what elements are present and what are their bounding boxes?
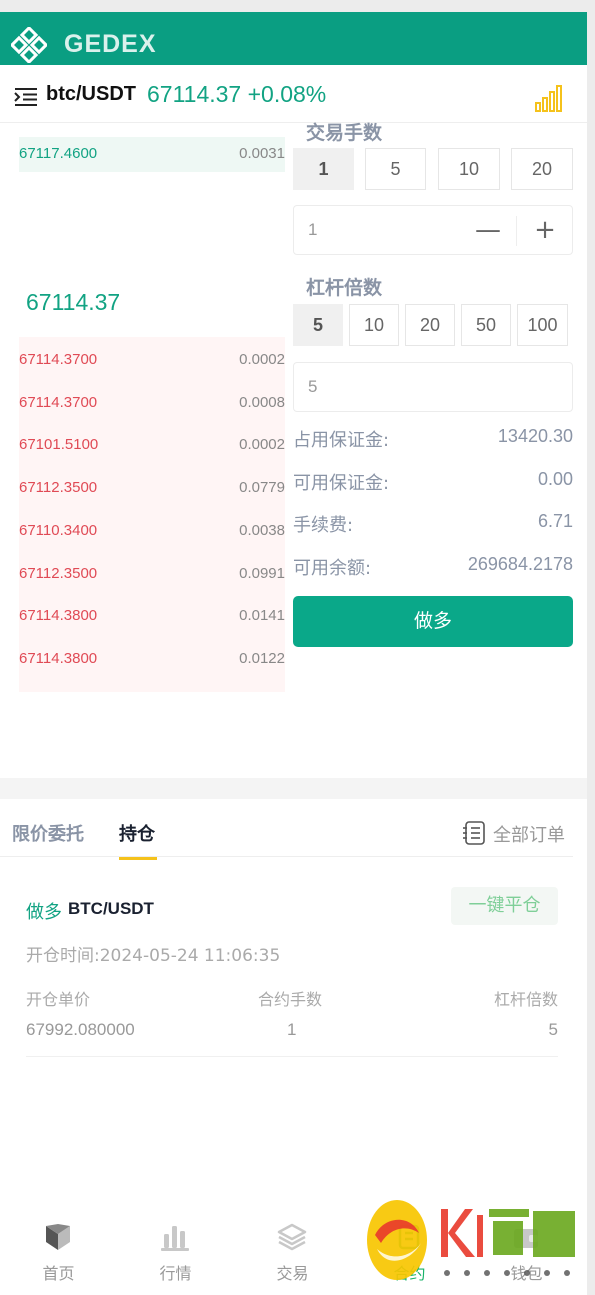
fee-value: 6.71 <box>537 511 573 531</box>
bid-price: 67110.3400 <box>19 522 98 539</box>
ask-row[interactable]: 67117.4600 0.0031 <box>19 137 285 172</box>
nav-trade[interactable]: 交易 <box>234 1208 351 1295</box>
trade-icon <box>277 1223 307 1251</box>
leverage-input[interactable]: 5 <box>308 377 317 397</box>
bid-amount: 0.0008 <box>239 394 285 411</box>
margin-available-label: 可用保证金: <box>293 473 390 494</box>
kline-chart-icon[interactable] <box>534 83 564 113</box>
leverage-value: 5 <box>548 1020 558 1039</box>
leverage-column-label: 杠杆倍数 <box>493 990 558 1009</box>
nav-market[interactable]: 行情 <box>117 1208 234 1295</box>
bid-row[interactable]: 67112.3500 0.0779 <box>19 475 285 505</box>
leverage-field: 5 <box>293 362 573 412</box>
pair-bar: btc/USDT 67114.37 +0.08% <box>0 65 587 123</box>
close-position-button[interactable]: 一键平仓 <box>451 887 558 925</box>
nav-trade-label: 交易 <box>276 1264 309 1283</box>
nav-home[interactable]: 首页 <box>0 1208 117 1295</box>
bid-amount: 0.0002 <box>239 351 285 368</box>
lots-value: 1 <box>287 1020 297 1039</box>
active-tab-indicator <box>119 857 157 860</box>
bid-row[interactable]: 67114.3800 0.0122 <box>19 646 285 676</box>
lots-label: 交易手数 <box>306 122 383 144</box>
last-price: 67114.37 <box>26 289 121 315</box>
bid-price: 67112.3500 <box>19 565 98 582</box>
pair-name[interactable]: btc/USDT <box>46 83 136 106</box>
bid-price: 67114.3700 <box>19 394 98 411</box>
bid-price: 67112.3500 <box>19 479 98 496</box>
decrease-button[interactable]: — <box>460 206 516 254</box>
margin-used-value: 13420.30 <box>497 426 573 446</box>
lots-option-5[interactable]: 5 <box>365 148 426 190</box>
leverage-option-5[interactable]: 5 <box>293 304 343 346</box>
bid-row[interactable]: 67110.3400 0.0038 <box>19 518 285 548</box>
order-list-icon <box>463 821 485 845</box>
watermark-logo <box>367 1200 575 1280</box>
menu-icon[interactable] <box>14 87 38 107</box>
fee-label: 手续费: <box>293 515 354 536</box>
bid-amount: 0.0002 <box>239 436 285 453</box>
position-open-time: 开仓时间:2024-05-24 11:06:35 <box>26 946 281 966</box>
ask-price: 67117.4600 <box>19 145 98 162</box>
tab-limit-orders[interactable]: 限价委托 <box>12 820 84 846</box>
home-icon <box>46 1224 70 1250</box>
bid-price: 67114.3800 <box>19 650 98 667</box>
leverage-option-100[interactable]: 100 <box>517 304 568 346</box>
lots-input[interactable]: 1 <box>308 220 317 240</box>
brand-header: GEDEX <box>0 12 587 65</box>
open-price-value: 67992.080000 <box>26 1020 135 1039</box>
position-side: 做多 <box>26 902 62 923</box>
logo-icon <box>11 27 47 63</box>
bid-price: 67114.3700 <box>19 351 98 368</box>
leverage-label: 杠杆倍数 <box>306 277 383 299</box>
increase-button[interactable]: + <box>517 206 573 254</box>
app-screen: GEDEX btc/USDT 67114.37 +0.08% 67117.460… <box>0 12 587 1295</box>
open-long-button[interactable]: 做多 <box>293 596 573 647</box>
bid-row[interactable]: 67101.5100 0.0002 <box>19 432 285 462</box>
position-pair: BTC/USDT <box>68 899 154 918</box>
pair-price-change: 67114.37 +0.08% <box>147 81 327 107</box>
ask-amount: 0.0031 <box>239 145 285 162</box>
balance-value: 269684.2178 <box>467 554 573 574</box>
position-divider <box>26 1056 558 1057</box>
bid-row[interactable]: 67114.3700 0.0002 <box>19 347 285 377</box>
leverage-option-50[interactable]: 50 <box>461 304 511 346</box>
lots-option-1[interactable]: 1 <box>293 148 354 190</box>
tabs-divider <box>0 856 573 857</box>
market-icon <box>161 1226 189 1251</box>
nav-home-label: 首页 <box>42 1264 75 1283</box>
lots-option-20[interactable]: 20 <box>511 148 573 190</box>
balance-label: 可用余额: <box>293 558 372 579</box>
all-orders-label: 全部订单 <box>493 825 565 846</box>
bid-amount: 0.0122 <box>239 650 285 667</box>
logo-text: GEDEX <box>64 30 157 58</box>
tab-positions[interactable]: 持仓 <box>119 820 155 846</box>
leverage-option-10[interactable]: 10 <box>349 304 399 346</box>
margin-used-label: 占用保证金: <box>293 430 390 451</box>
section-divider <box>0 778 587 799</box>
bid-amount: 0.0141 <box>239 607 285 624</box>
bid-price: 67101.5100 <box>19 436 99 453</box>
lots-column-label: 合约手数 <box>258 990 323 1009</box>
bid-row[interactable]: 67114.3700 0.0008 <box>19 390 285 420</box>
bid-amount: 0.0779 <box>239 479 285 496</box>
bid-price: 67114.3800 <box>19 607 98 624</box>
bid-row[interactable]: 67114.3800 0.0141 <box>19 603 285 633</box>
bid-amount: 0.0038 <box>239 522 285 539</box>
leverage-option-20[interactable]: 20 <box>405 304 455 346</box>
margin-available-value: 0.00 <box>537 469 573 489</box>
bid-amount: 0.0991 <box>239 565 285 582</box>
bid-row[interactable]: 67112.3500 0.0991 <box>19 561 285 591</box>
lots-option-10[interactable]: 10 <box>438 148 500 190</box>
open-price-label: 开仓单价 <box>26 990 91 1009</box>
nav-market-label: 行情 <box>159 1264 192 1283</box>
lots-stepper: 1 — + <box>293 205 573 255</box>
